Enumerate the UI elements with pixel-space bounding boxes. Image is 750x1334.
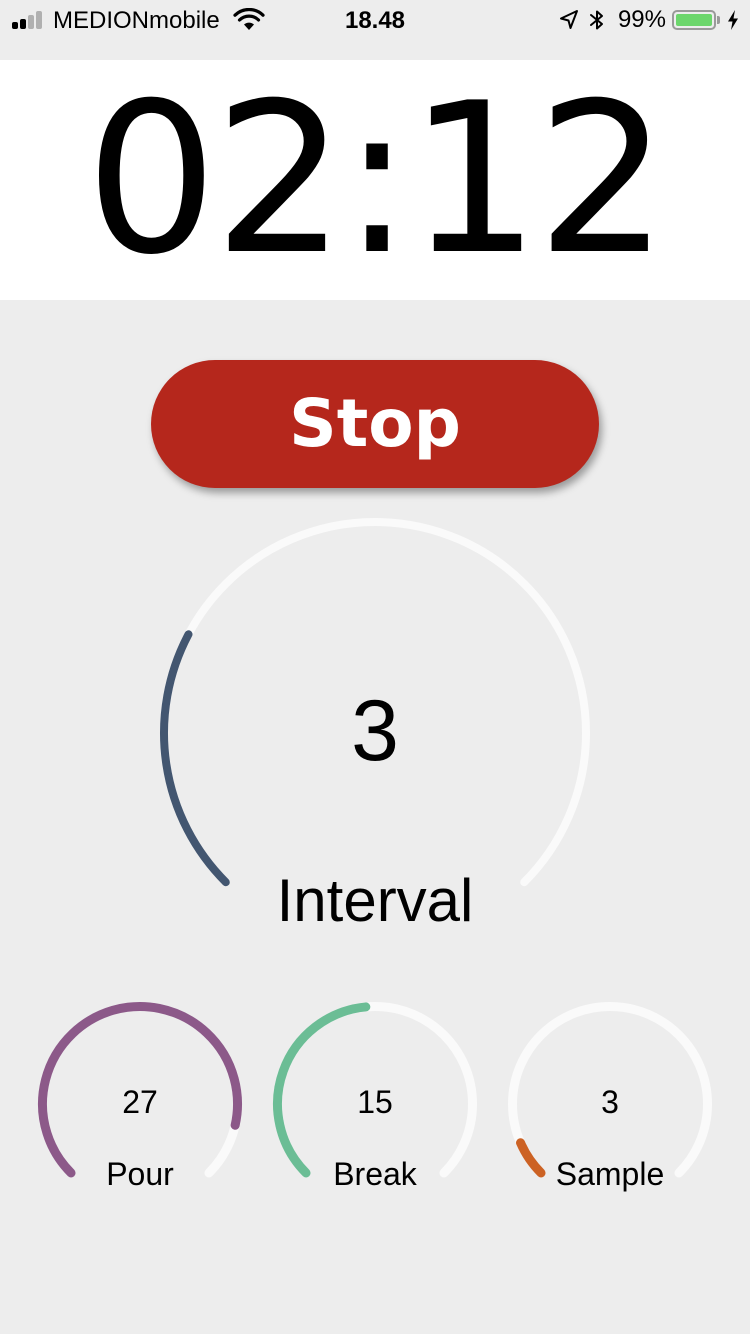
timer-display: 02:12: [85, 59, 668, 301]
stop-button[interactable]: Stop: [151, 360, 599, 488]
battery-percent: 99%: [617, 6, 666, 33]
charging-bolt-icon: [728, 10, 738, 30]
pour-gauge: 27 Pour: [38, 1001, 242, 1206]
bluetooth-icon: [589, 10, 603, 30]
pour-value: 27: [122, 1084, 158, 1120]
interval-value: 3: [351, 683, 399, 779]
sample-label: Sample: [555, 1156, 665, 1192]
timer-panel: 02:12: [0, 60, 750, 300]
break-value: 15: [357, 1084, 393, 1120]
sample-gauge: 3 Sample: [508, 1001, 712, 1206]
battery-icon: [672, 10, 716, 30]
status-bar: MEDIONmobile 18.48 99%: [0, 0, 750, 40]
status-right: 99%: [558, 6, 740, 34]
interval-label: Interval: [276, 867, 474, 934]
sample-value: 3: [601, 1084, 619, 1120]
break-label: Break: [333, 1156, 417, 1192]
break-gauge: 15 Break: [273, 1001, 477, 1206]
pour-label: Pour: [106, 1156, 174, 1192]
location-arrow-icon: [559, 10, 578, 29]
battery-tip: [717, 16, 720, 24]
